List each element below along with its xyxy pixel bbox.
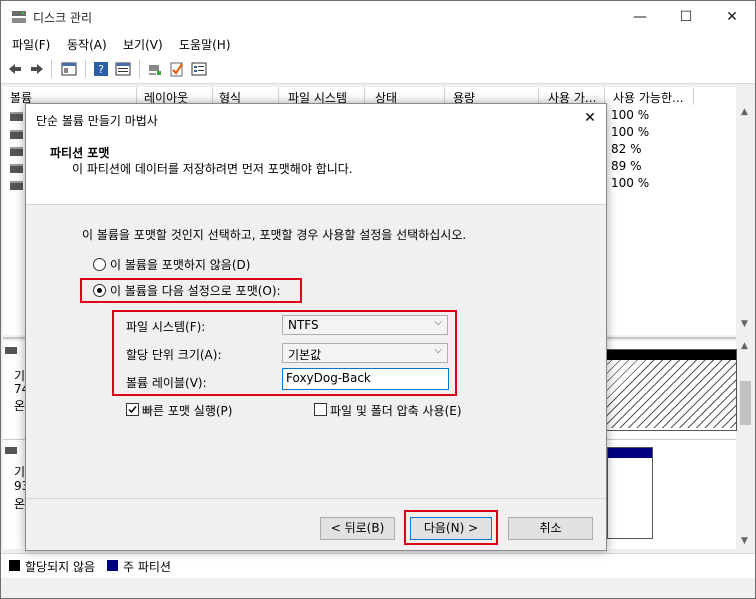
svg-text:?: ? xyxy=(98,63,104,76)
page-subheading: 이 파티션에 데이터를 저장하려면 먼저 포맷해야 합니다. xyxy=(72,162,353,176)
filesystem-value: NTFS xyxy=(288,318,319,332)
dialog-title-bar: 단순 볼륨 만들기 마법사 ✕ xyxy=(26,104,606,134)
scroll-thumb[interactable] xyxy=(740,381,751,425)
dialog-title: 단순 볼륨 만들기 마법사 xyxy=(36,114,158,128)
scroll-down-icon[interactable]: ▼ xyxy=(741,536,748,546)
volume-free-percent: 100 % xyxy=(611,125,650,139)
scroll-up-icon[interactable]: ▲ xyxy=(741,341,748,351)
drive-icon xyxy=(10,147,23,156)
disk-map-scrollbar[interactable]: ▲ ▼ xyxy=(737,341,754,549)
cancel-button[interactable]: 취소 xyxy=(508,517,593,540)
connect-icon[interactable] xyxy=(147,61,163,77)
next-button[interactable]: 다음(N) > xyxy=(410,517,492,540)
disk-icon xyxy=(5,347,17,354)
col-free-percent[interactable]: 사용 가능한... xyxy=(613,89,683,106)
chevron-down-icon: ⌵ xyxy=(434,345,442,356)
drive-icon xyxy=(10,112,23,121)
dialog-footer-divider xyxy=(26,498,606,499)
back-icon[interactable] xyxy=(7,61,23,77)
volume-label-input[interactable]: FoxyDog-Back xyxy=(282,368,449,390)
alloc-label: 할당 단위 크기(A): xyxy=(126,348,222,362)
drive-icon xyxy=(10,130,23,139)
allocation-unit-select[interactable]: 기본값 ⌵ xyxy=(282,343,448,363)
fs-label: 파일 시스템(F): xyxy=(126,320,206,334)
radio-format-label[interactable]: 이 볼륨을 다음 설정으로 포맷(O): xyxy=(110,282,281,299)
radio-format[interactable] xyxy=(93,284,106,297)
column-divider[interactable] xyxy=(693,87,694,105)
instruction-text: 이 볼륨을 포맷할 것인지 선택하고, 포맷할 경우 사용할 설정을 선택하십시… xyxy=(82,228,467,242)
volume-label-value: FoxyDog-Back xyxy=(286,371,371,385)
disk2-type: 기 xyxy=(14,465,26,479)
legend-bar: 할당되지 않음 주 파티션 xyxy=(1,553,755,578)
drive-icon xyxy=(10,164,23,173)
volume-free-percent: 100 % xyxy=(611,108,650,122)
title-bar: 디스크 관리 — ☐ ✕ xyxy=(1,1,755,33)
page-heading: 파티션 포맷 xyxy=(50,146,110,160)
volume-label-label: 볼륨 레이블(V): xyxy=(126,376,207,390)
volume-list-scrollbar[interactable]: ▲ ▼ xyxy=(737,87,754,335)
unallocated-swatch xyxy=(9,560,20,571)
list-icon[interactable] xyxy=(191,61,207,77)
window-title: 디스크 관리 xyxy=(33,11,93,25)
properties-icon[interactable] xyxy=(115,61,131,77)
disk-management-icon xyxy=(12,11,26,23)
filesystem-select[interactable]: NTFS ⌵ xyxy=(282,315,448,335)
back-button[interactable]: < 뒤로(B) xyxy=(320,517,395,540)
radio-no-format[interactable] xyxy=(93,258,106,271)
scroll-up-icon[interactable]: ▲ xyxy=(741,107,748,117)
legend-unallocated: 할당되지 않음 xyxy=(25,560,96,574)
radio-selected-dot xyxy=(97,288,102,293)
volume-free-percent: 82 % xyxy=(611,142,642,156)
console-icon[interactable] xyxy=(61,61,77,77)
dialog-close-icon[interactable]: ✕ xyxy=(580,108,600,128)
compress-checkbox[interactable] xyxy=(314,403,327,416)
check-icon[interactable] xyxy=(169,61,185,77)
primary-swatch xyxy=(107,560,118,571)
new-simple-volume-wizard: 단순 볼륨 만들기 마법사 ✕ 파티션 포맷 이 파티션에 데이터를 저장하려면… xyxy=(25,103,607,551)
chevron-down-icon: ⌵ xyxy=(434,317,442,328)
checkmark-icon xyxy=(128,406,137,414)
menu-action[interactable]: 동작(A) xyxy=(67,36,107,53)
toolbar-separator xyxy=(85,60,86,78)
volume-free-percent: 100 % xyxy=(611,176,650,190)
toolbar-separator xyxy=(139,60,140,78)
allocation-unit-value: 기본값 xyxy=(288,348,322,362)
disk-icon xyxy=(5,447,17,454)
disk-management-window: 디스크 관리 — ☐ ✕ 파일(F) 동작(A) 보기(V) 도움말(H) ? … xyxy=(0,0,756,599)
disk2-status: 온 xyxy=(14,497,26,511)
toolbar: ? xyxy=(1,55,755,84)
legend-primary: 주 파티션 xyxy=(123,560,171,574)
menu-view[interactable]: 보기(V) xyxy=(123,36,163,53)
primary-partition[interactable] xyxy=(607,447,653,539)
menu-help[interactable]: 도움말(H) xyxy=(179,36,231,53)
scroll-down-icon[interactable]: ▼ xyxy=(741,319,748,329)
maximize-button[interactable]: ☐ xyxy=(663,1,709,33)
disk1-status: 온 xyxy=(14,399,26,413)
menu-bar: 파일(F) 동작(A) 보기(V) 도움말(H) xyxy=(1,33,755,55)
menu-file[interactable]: 파일(F) xyxy=(12,36,50,53)
unallocated-partition[interactable] xyxy=(603,349,737,431)
volume-free-percent: 89 % xyxy=(611,159,642,173)
dialog-header: 파티션 포맷 이 파티션에 데이터를 저장하려면 먼저 포맷해야 합니다. xyxy=(26,134,606,205)
compress-label[interactable]: 파일 및 폴더 압축 사용(E) xyxy=(330,402,462,419)
help-icon[interactable]: ? xyxy=(93,61,109,77)
quick-format-label[interactable]: 빠른 포맷 실행(P) xyxy=(142,402,232,419)
minimize-button[interactable]: — xyxy=(617,1,663,33)
close-button[interactable]: ✕ xyxy=(709,1,755,33)
drive-icon xyxy=(10,181,23,190)
toolbar-separator xyxy=(51,60,52,78)
quick-format-checkbox[interactable] xyxy=(126,403,139,416)
forward-icon[interactable] xyxy=(29,61,45,77)
radio-no-format-label[interactable]: 이 볼륨을 포맷하지 않음(D) xyxy=(110,256,250,273)
